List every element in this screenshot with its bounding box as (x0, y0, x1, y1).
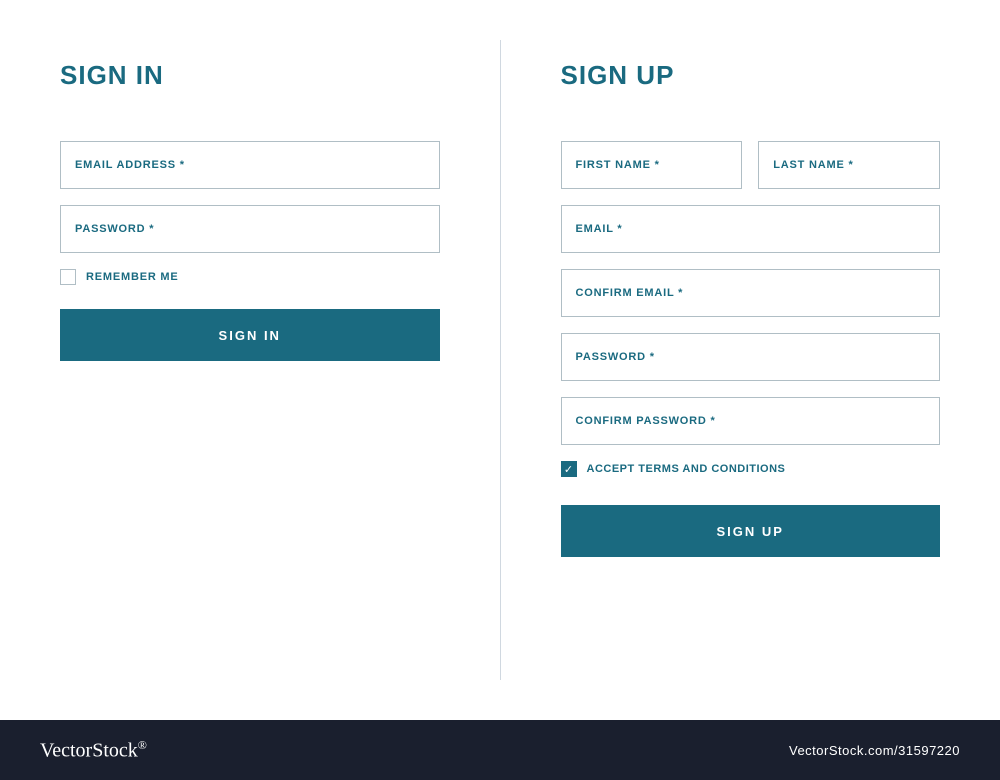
confirm-email-group (561, 269, 941, 317)
terms-group: ✓ ACCEPT TERMS AND CONDITIONS (561, 461, 941, 477)
remember-me-checkbox[interactable] (60, 269, 76, 285)
signup-confirm-password-input[interactable] (561, 397, 941, 445)
remember-me-group: REMEMBER ME (60, 269, 440, 285)
signin-button[interactable]: SIGN IN (60, 309, 440, 361)
footer-url: VectorStock.com/31597220 (789, 743, 960, 758)
signup-title: SIGN UP (561, 60, 941, 91)
signup-email-input[interactable] (561, 205, 941, 253)
signup-confirm-email-input[interactable] (561, 269, 941, 317)
signup-password-input[interactable] (561, 333, 941, 381)
terms-link[interactable]: TERMS AND CONDITIONS (638, 463, 785, 475)
terms-checkbox[interactable]: ✓ (561, 461, 577, 477)
signup-panel: SIGN UP ✓ ACCEPT TERMS AND CONDITIONS (501, 0, 1000, 720)
registered-symbol: ® (138, 738, 147, 752)
accept-text: ACCEPT (587, 463, 639, 475)
footer-bar: VectorStock® VectorStock.com/31597220 (0, 720, 1000, 780)
footer-logo: VectorStock® (40, 738, 147, 763)
terms-text: ACCEPT TERMS AND CONDITIONS (587, 463, 786, 475)
signup-password-group (561, 333, 941, 381)
password-group (60, 205, 440, 253)
name-row (561, 141, 941, 189)
signup-lastname-input[interactable] (758, 141, 940, 189)
confirm-password-group (561, 397, 941, 445)
signup-button[interactable]: SIGN UP (561, 505, 941, 557)
last-name-group (758, 141, 940, 189)
footer-logo-text: VectorStock (40, 739, 138, 761)
email-group (60, 141, 440, 189)
signin-password-input[interactable] (60, 205, 440, 253)
signin-title: SIGN IN (60, 60, 440, 91)
signup-firstname-input[interactable] (561, 141, 743, 189)
first-name-group (561, 141, 743, 189)
remember-me-label[interactable]: REMEMBER ME (86, 271, 179, 283)
signin-panel: SIGN IN REMEMBER ME SIGN IN (0, 0, 500, 720)
signup-email-group (561, 205, 941, 253)
signin-email-input[interactable] (60, 141, 440, 189)
